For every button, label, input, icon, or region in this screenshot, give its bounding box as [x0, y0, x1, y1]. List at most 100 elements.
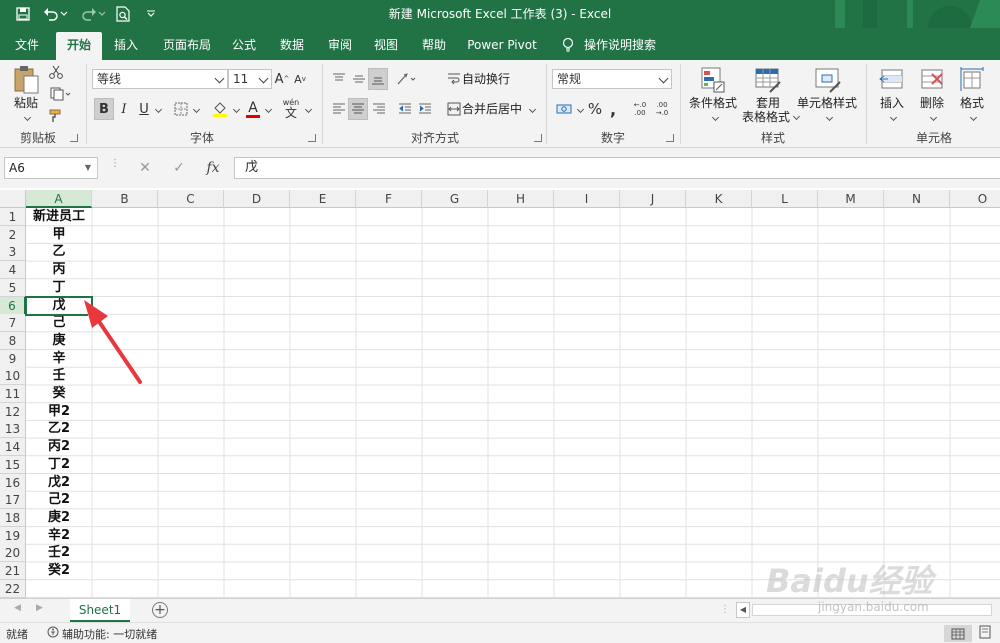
tab-page-layout[interactable]: 页面布局 — [156, 32, 218, 60]
cell-a19[interactable]: 辛2 — [26, 527, 92, 545]
select-all-corner[interactable] — [0, 190, 26, 208]
row-header-15[interactable]: 15 — [0, 455, 26, 474]
conditional-dropdown-icon[interactable] — [708, 112, 720, 122]
row-header-2[interactable]: 2 — [0, 225, 26, 244]
page-layout-view-icon[interactable] — [978, 625, 992, 642]
scroll-left-button[interactable]: ◀ — [736, 602, 750, 618]
increase-indent-icon[interactable] — [416, 98, 434, 120]
clipboard-launcher-icon[interactable] — [70, 134, 78, 142]
column-header-m[interactable]: M — [818, 190, 884, 208]
scroll-sheets-left-icon[interactable]: ◀ — [14, 603, 21, 613]
align-right-icon[interactable] — [370, 98, 388, 120]
wrap-text-icon[interactable] — [446, 70, 462, 88]
cell-a17[interactable]: 己2 — [26, 491, 92, 509]
cell-a15[interactable]: 丁2 — [26, 456, 92, 474]
row-header-21[interactable]: 21 — [0, 562, 26, 580]
row-header-4[interactable]: 4 — [0, 261, 26, 280]
row-header-10[interactable]: 10 — [0, 367, 26, 386]
align-center-icon[interactable] — [348, 98, 368, 120]
tab-data[interactable]: 数据 — [272, 32, 312, 60]
tab-help[interactable]: 帮助 — [414, 32, 454, 60]
row-header-16[interactable]: 16 — [0, 473, 26, 492]
formula-bar-grip-icon[interactable]: ⋮ — [110, 159, 120, 175]
cell-a12[interactable]: 甲2 — [26, 403, 92, 421]
number-launcher-icon[interactable] — [666, 134, 674, 142]
top-align-icon[interactable] — [330, 70, 348, 88]
cell-a3[interactable]: 乙 — [26, 243, 92, 261]
tab-formulas[interactable]: 公式 — [224, 32, 264, 60]
font-launcher-icon[interactable] — [308, 134, 316, 142]
insert-function-button[interactable]: fx — [198, 157, 228, 179]
cell-a1[interactable]: 新进员工 — [26, 208, 92, 226]
insert-dropdown-icon[interactable] — [886, 112, 898, 122]
paste-button[interactable]: 粘贴 — [8, 96, 44, 110]
row-header-6[interactable]: 6 — [0, 296, 26, 315]
shrink-font-icon[interactable]: Av — [292, 69, 308, 89]
tell-me-search[interactable]: 操作说明搜索 — [580, 32, 660, 60]
cell-a21[interactable]: 癸2 — [26, 562, 92, 580]
column-header-h[interactable]: H — [488, 190, 554, 208]
format-dropdown-icon[interactable] — [966, 112, 978, 122]
cell-a2[interactable]: 甲 — [26, 226, 92, 244]
scroll-sheets-right-icon[interactable]: ▶ — [36, 603, 43, 613]
row-header-11[interactable]: 11 — [0, 385, 26, 403]
format-as-table-icon[interactable] — [752, 64, 784, 96]
tab-file[interactable]: 文件 — [6, 32, 48, 60]
phonetic-dropdown-icon[interactable] — [302, 98, 313, 120]
print-preview-icon[interactable] — [112, 4, 134, 24]
row-header-8[interactable]: 8 — [0, 331, 26, 350]
copy-icon[interactable] — [48, 86, 74, 102]
tab-view[interactable]: 视图 — [366, 32, 406, 60]
row-header-19[interactable]: 19 — [0, 526, 26, 545]
row-header-22[interactable]: 22 — [0, 579, 26, 598]
column-header-b[interactable]: B — [92, 190, 158, 208]
delete-dropdown-icon[interactable] — [926, 112, 938, 122]
conditional-formatting-button[interactable]: 条件格式 — [684, 96, 742, 110]
cancel-entry-button[interactable]: ✕ — [130, 157, 160, 179]
row-header-12[interactable]: 12 — [0, 402, 26, 421]
conditional-formatting-icon[interactable] — [696, 64, 728, 96]
borders-icon[interactable] — [172, 98, 190, 120]
merge-center-button[interactable]: 合并后居中 — [462, 102, 526, 116]
row-header-20[interactable]: 20 — [0, 544, 26, 563]
redo-dropdown-icon[interactable] — [96, 4, 108, 24]
insert-cells-icon[interactable] — [876, 64, 908, 96]
font-size-select[interactable]: 11 — [228, 69, 272, 89]
worksheet-grid[interactable]: ABCDEFGHIJKLMNO 1 2 3 4 5 6 7 8 9 10 11 12 13 14 15 16 1… — [0, 190, 1000, 598]
bottom-align-icon[interactable] — [368, 68, 388, 90]
italic-button[interactable]: I — [116, 98, 132, 120]
formula-input[interactable]: 戊 — [234, 157, 1000, 179]
format-painter-icon[interactable] — [48, 108, 64, 124]
percent-style-button[interactable]: % — [586, 98, 604, 120]
phonetic-guide-icon[interactable]: wén 文 — [280, 96, 302, 122]
row-header-3[interactable]: 3 — [0, 243, 26, 262]
middle-align-icon[interactable] — [350, 70, 368, 88]
row-header-18[interactable]: 18 — [0, 508, 26, 527]
alignment-launcher-icon[interactable] — [534, 134, 542, 142]
cell-a18[interactable]: 庚2 — [26, 509, 92, 527]
delete-cells-icon[interactable] — [916, 64, 948, 96]
cell-styles-dropdown-icon[interactable] — [822, 112, 834, 122]
accounting-format-icon[interactable] — [554, 98, 574, 120]
column-header-c[interactable]: C — [158, 190, 224, 208]
name-box[interactable]: A6 ▼ — [4, 157, 98, 179]
column-header-a[interactable]: A — [26, 190, 92, 208]
paste-icon[interactable] — [10, 64, 42, 96]
delete-cells-button[interactable]: 删除 — [912, 96, 952, 110]
column-header-o[interactable]: O — [950, 190, 1000, 208]
merge-dropdown-icon[interactable] — [526, 100, 537, 118]
row-header-1[interactable]: 1 — [0, 208, 26, 226]
format-as-table-button[interactable]: 表格格式 — [738, 110, 794, 124]
row-header-13[interactable]: 13 — [0, 420, 26, 439]
cell-styles-icon[interactable] — [812, 64, 844, 96]
row-header-14[interactable]: 14 — [0, 438, 26, 457]
column-header-n[interactable]: N — [884, 190, 950, 208]
enter-entry-button[interactable]: ✓ — [164, 157, 194, 179]
cell-a22[interactable] — [26, 580, 92, 598]
add-sheet-button[interactable]: + — [152, 602, 168, 618]
number-format-select[interactable]: 常规 — [552, 69, 672, 89]
fill-color-dropdown-icon[interactable] — [230, 98, 241, 120]
cell-a16[interactable]: 戊2 — [26, 474, 92, 492]
column-header-f[interactable]: F — [356, 190, 422, 208]
tab-home[interactable]: 开始 — [56, 32, 102, 60]
